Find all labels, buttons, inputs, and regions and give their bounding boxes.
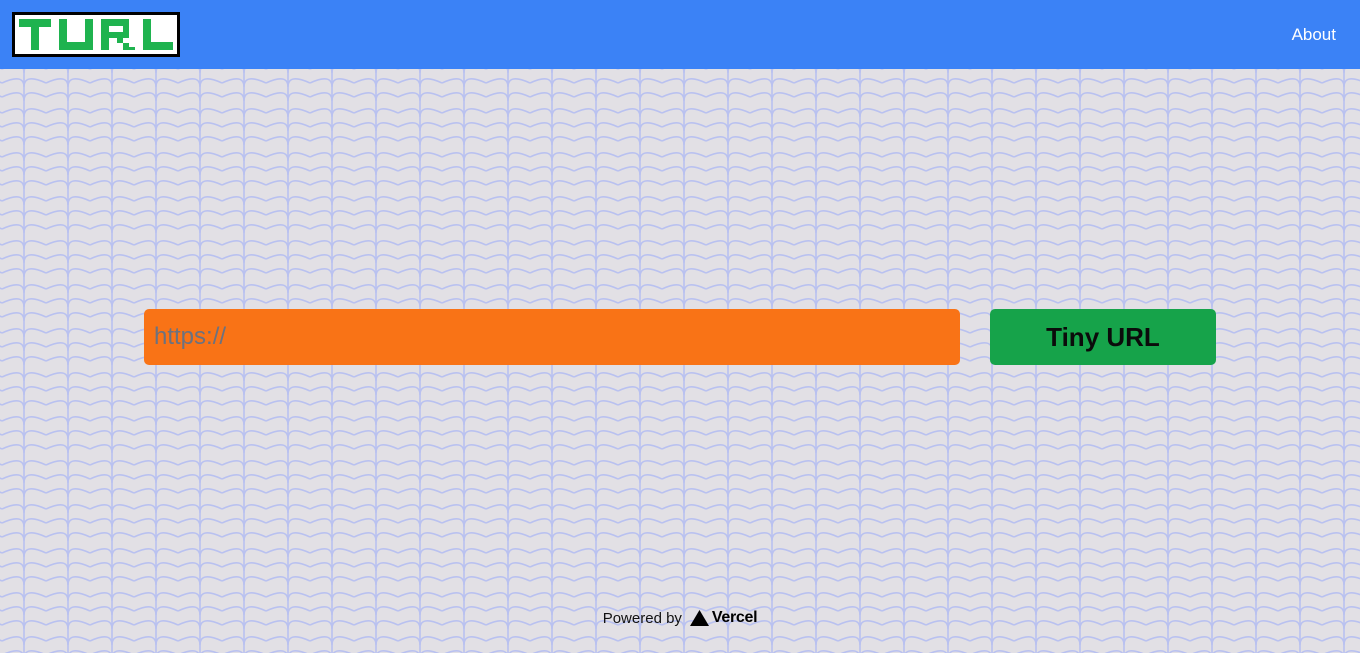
vercel-triangle-icon (689, 610, 709, 626)
turl-logo-icon (15, 15, 177, 54)
shorten-url-form: Tiny URL (144, 309, 1216, 365)
top-navbar: About (0, 0, 1360, 69)
vercel-label: Vercel (711, 609, 758, 626)
url-input[interactable] (144, 309, 960, 365)
footer: Powered by Vercel (0, 606, 1360, 630)
tiny-url-button[interactable]: Tiny URL (990, 309, 1216, 365)
powered-by-label: Powered by (602, 609, 682, 627)
turl-logo[interactable] (12, 12, 180, 57)
about-link[interactable]: About (1292, 24, 1336, 46)
vercel-link[interactable]: Vercel (689, 609, 758, 627)
